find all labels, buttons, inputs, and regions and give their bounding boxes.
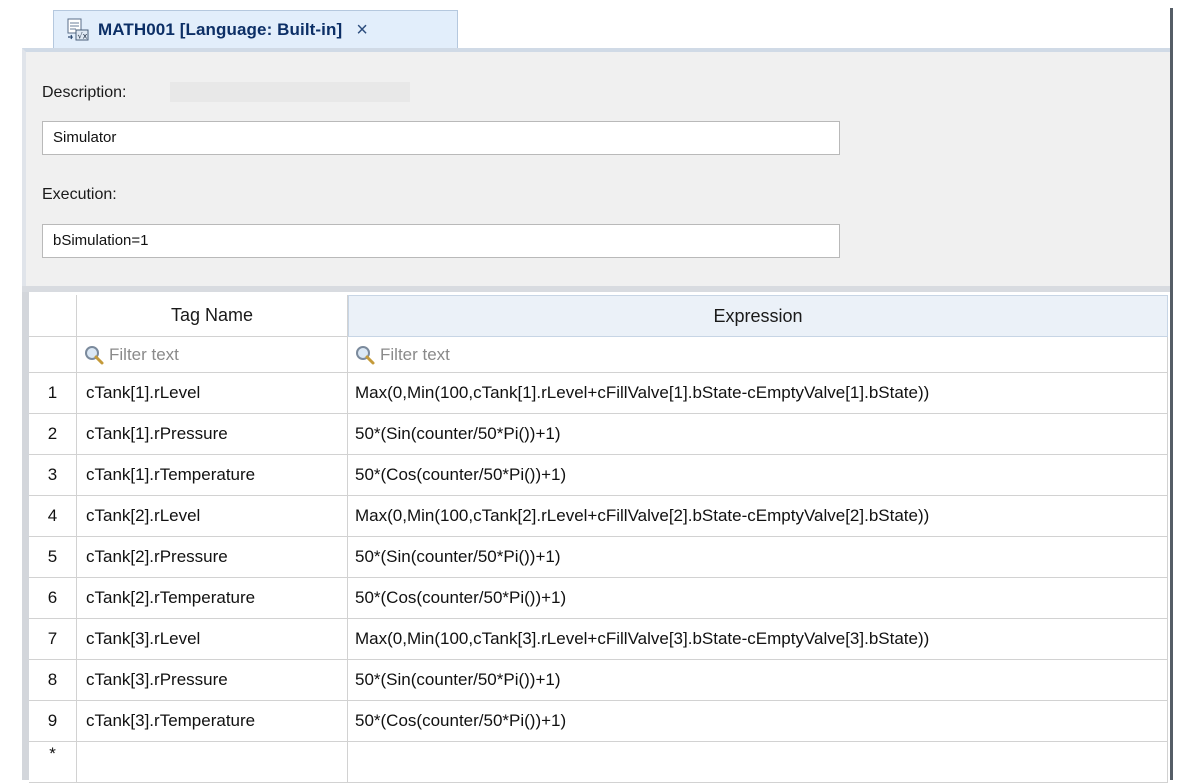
tag-name-cell[interactable]: cTank[2].rPressure xyxy=(77,537,348,577)
expression-cell[interactable]: Max(0,Min(100,cTank[2].rLevel+cFillValve… xyxy=(348,496,1168,536)
close-icon[interactable]: × xyxy=(356,20,368,40)
tag-name-cell[interactable]: cTank[1].rPressure xyxy=(77,414,348,454)
expression-filter[interactable]: Filter text xyxy=(348,337,1168,372)
tab-title: MATH001 [Language: Built-in] xyxy=(98,19,343,39)
description-field[interactable]: Simulator xyxy=(42,121,840,155)
table-row[interactable]: 6 cTank[2].rTemperature 50*(Cos(counter/… xyxy=(29,578,1168,619)
expression-cell[interactable]: 50*(Sin(counter/50*Pi())+1) xyxy=(348,660,1168,700)
window-edge xyxy=(1170,8,1173,780)
expression-cell[interactable]: 50*(Sin(counter/50*Pi())+1) xyxy=(348,414,1168,454)
table-row[interactable]: 8 cTank[3].rPressure 50*(Sin(counter/50*… xyxy=(29,660,1168,701)
row-number: 5 xyxy=(29,537,77,577)
row-number: 6 xyxy=(29,578,77,618)
document-tab-strip: √x MATH001 [Language: Built-in] × xyxy=(0,0,1180,48)
expression-header[interactable]: Expression xyxy=(348,295,1168,337)
new-tag-name-cell[interactable] xyxy=(77,742,348,782)
execution-label: Execution: xyxy=(42,186,117,203)
tag-name-filter[interactable]: Filter text xyxy=(77,337,348,372)
expression-cell[interactable]: 50*(Sin(counter/50*Pi())+1) xyxy=(348,537,1168,577)
expression-filter-placeholder: Filter text xyxy=(380,344,450,364)
row-number: 9 xyxy=(29,701,77,741)
tag-name-filter-placeholder: Filter text xyxy=(109,344,179,364)
panel-splitter[interactable] xyxy=(22,286,1170,292)
row-number: 1 xyxy=(29,373,77,413)
expression-cell[interactable]: 50*(Cos(counter/50*Pi())+1) xyxy=(348,578,1168,618)
row-number-header xyxy=(29,295,77,337)
description-label: Description: xyxy=(42,84,127,101)
filter-row-number xyxy=(29,337,77,372)
search-icon xyxy=(356,345,375,364)
search-icon xyxy=(85,345,104,364)
tag-name-cell[interactable]: cTank[3].rTemperature xyxy=(77,701,348,741)
tag-name-cell[interactable]: cTank[2].rTemperature xyxy=(77,578,348,618)
table-row[interactable]: 5 cTank[2].rPressure 50*(Sin(counter/50*… xyxy=(29,537,1168,578)
document-tab[interactable]: √x MATH001 [Language: Built-in] × xyxy=(53,10,458,48)
tag-name-cell[interactable]: cTank[1].rTemperature xyxy=(77,455,348,495)
tag-name-header[interactable]: Tag Name xyxy=(77,295,348,337)
table-row[interactable]: 1 cTank[1].rLevel Max(0,Min(100,cTank[1]… xyxy=(29,373,1168,414)
tag-name-cell[interactable]: cTank[1].rLevel xyxy=(77,373,348,413)
new-row[interactable]: * xyxy=(29,742,1168,783)
math-worksheet-icon: √x xyxy=(67,18,89,40)
expression-cell[interactable]: 50*(Cos(counter/50*Pi())+1) xyxy=(348,455,1168,495)
row-number: 2 xyxy=(29,414,77,454)
execution-field[interactable]: bSimulation=1 xyxy=(42,224,840,258)
svg-text:√x: √x xyxy=(78,31,88,40)
expression-grid: Tag Name Expression Filter text Filter t… xyxy=(29,295,1168,783)
row-number: 8 xyxy=(29,660,77,700)
row-number: 4 xyxy=(29,496,77,536)
table-row[interactable]: 9 cTank[3].rTemperature 50*(Cos(counter/… xyxy=(29,701,1168,742)
label-highlight xyxy=(170,82,410,102)
filter-row: Filter text Filter text xyxy=(29,337,1168,373)
row-number: 7 xyxy=(29,619,77,659)
expression-cell[interactable]: 50*(Cos(counter/50*Pi())+1) xyxy=(348,701,1168,741)
expression-cell[interactable]: Max(0,Min(100,cTank[3].rLevel+cFillValve… xyxy=(348,619,1168,659)
grid-border xyxy=(22,292,29,780)
new-expression-cell[interactable] xyxy=(348,742,1168,782)
new-row-marker: * xyxy=(29,742,77,782)
tag-name-cell[interactable]: cTank[2].rLevel xyxy=(77,496,348,536)
table-row[interactable]: 7 cTank[3].rLevel Max(0,Min(100,cTank[3]… xyxy=(29,619,1168,660)
table-row[interactable]: 2 cTank[1].rPressure 50*(Sin(counter/50*… xyxy=(29,414,1168,455)
tag-name-cell[interactable]: cTank[3].rLevel xyxy=(77,619,348,659)
row-number: 3 xyxy=(29,455,77,495)
expression-cell[interactable]: Max(0,Min(100,cTank[1].rLevel+cFillValve… xyxy=(348,373,1168,413)
tag-name-cell[interactable]: cTank[3].rPressure xyxy=(77,660,348,700)
table-row[interactable]: 4 cTank[2].rLevel Max(0,Min(100,cTank[2]… xyxy=(29,496,1168,537)
table-row[interactable]: 3 cTank[1].rTemperature 50*(Cos(counter/… xyxy=(29,455,1168,496)
